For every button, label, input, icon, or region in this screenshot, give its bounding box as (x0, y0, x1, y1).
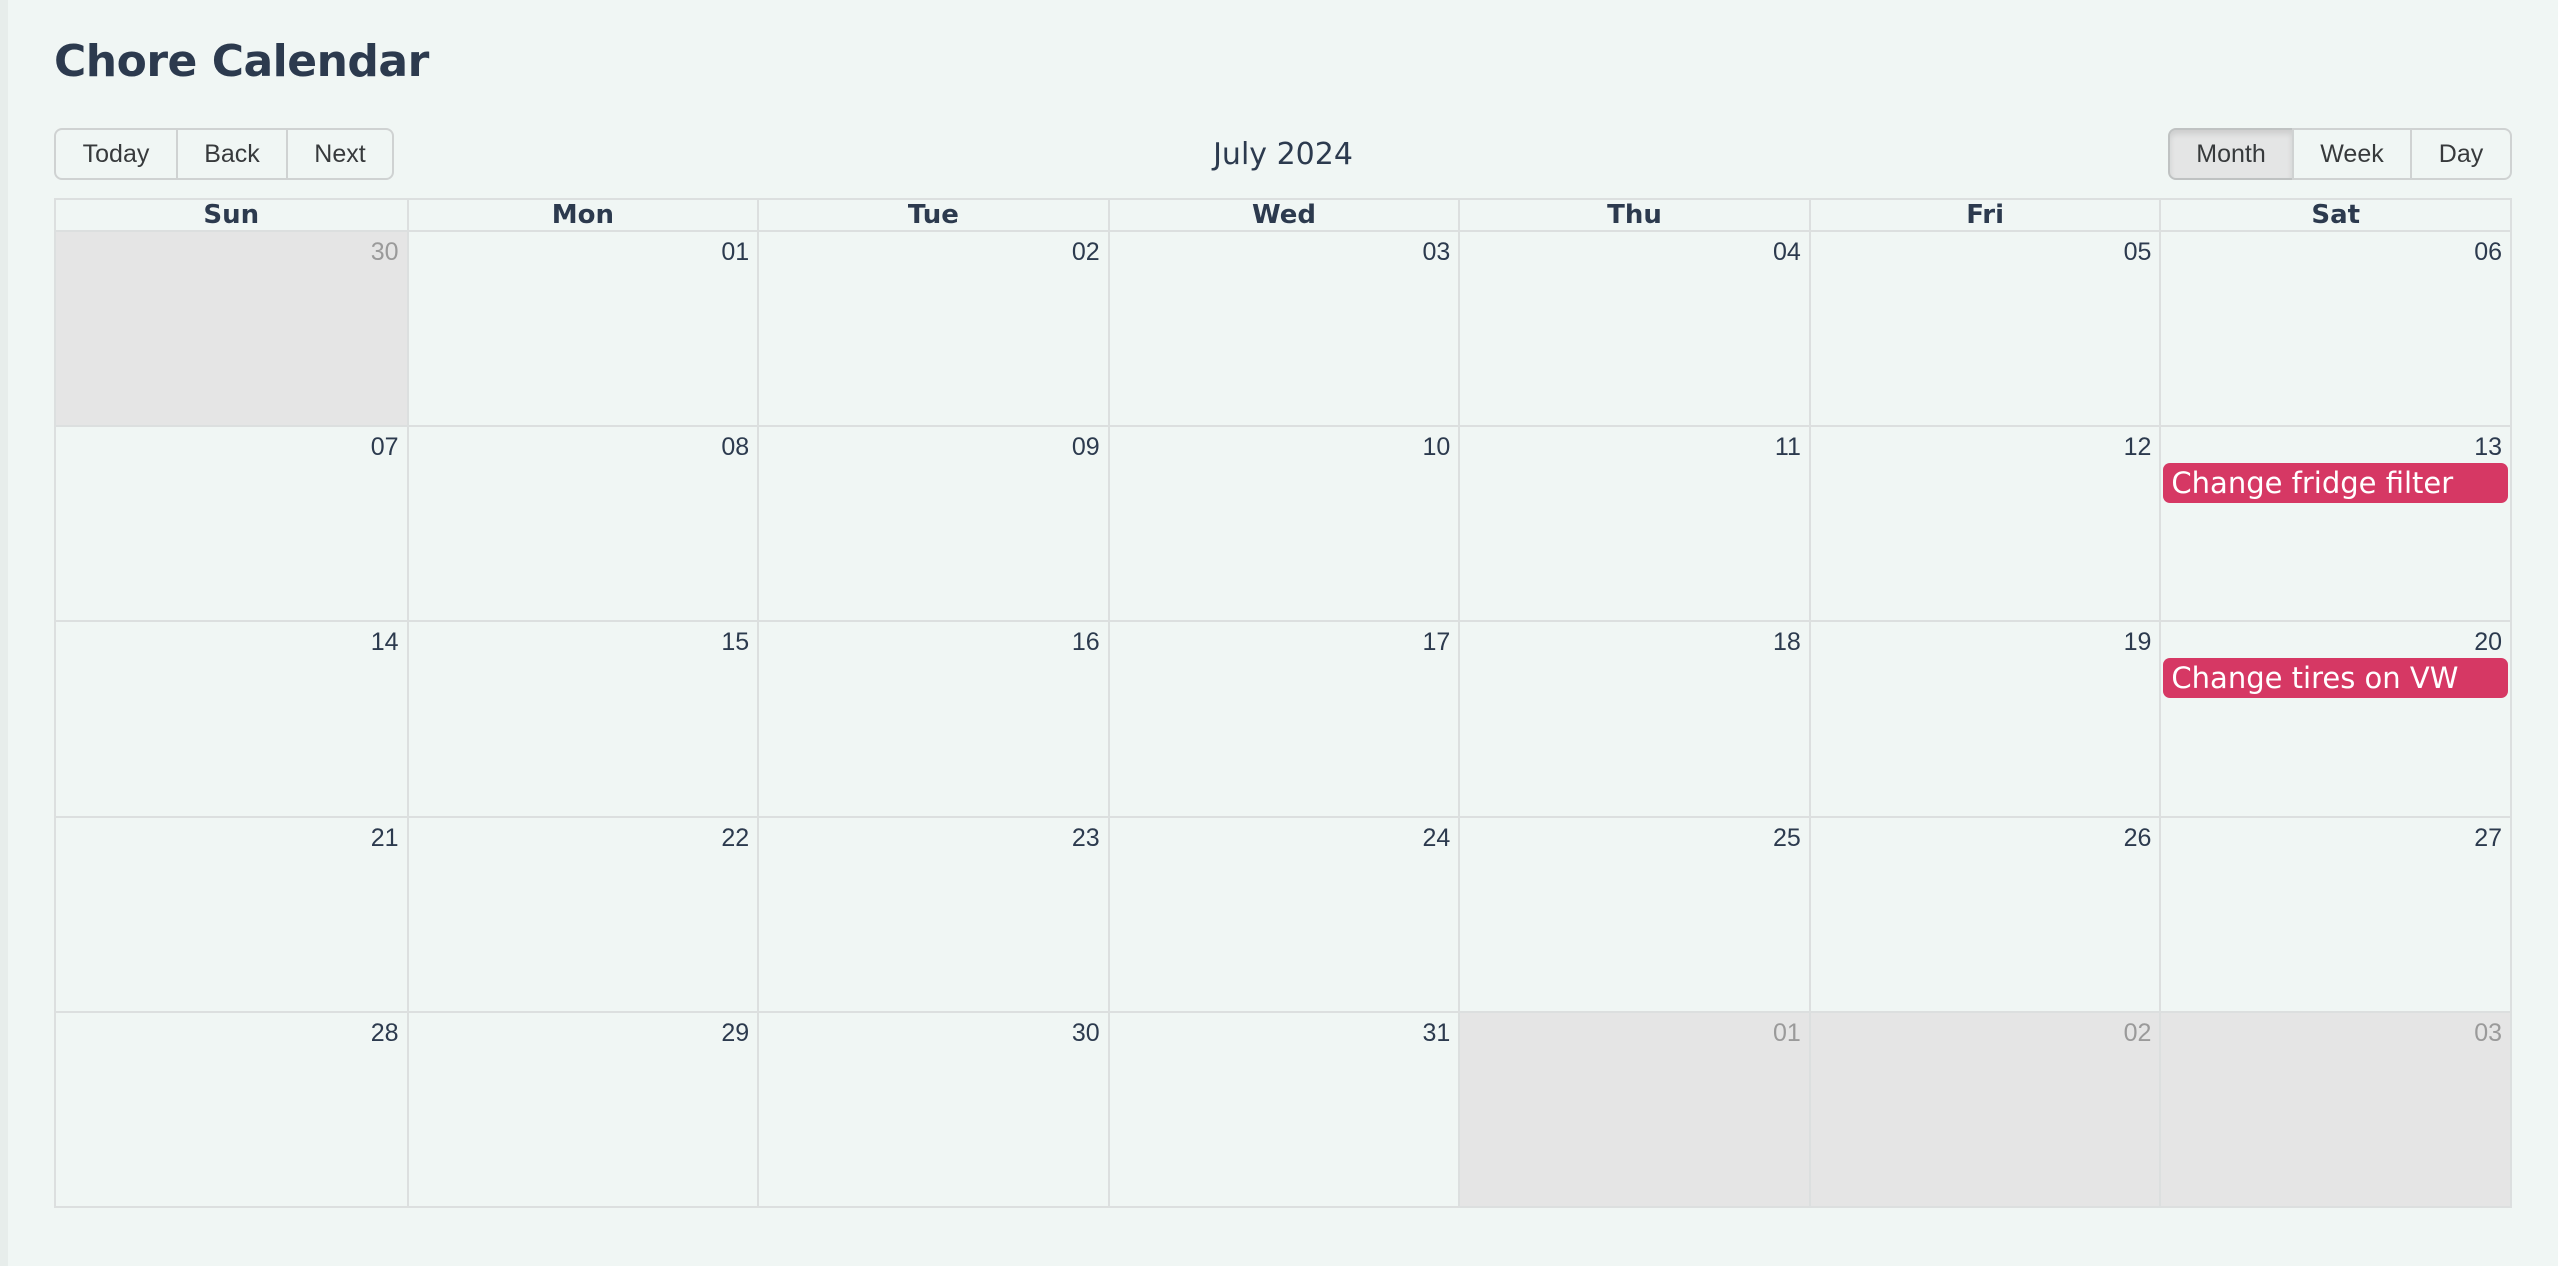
day-cell[interactable]: 16 (757, 622, 1108, 816)
day-cell[interactable]: 21 (56, 818, 407, 1011)
day-cell-off-range[interactable]: 02 (1808, 1012, 2160, 1207)
day-number-link[interactable]: 11 (1775, 433, 1801, 462)
today-button[interactable]: Today (54, 128, 178, 180)
day-cell-off-range[interactable]: 03 (2159, 1012, 2510, 1207)
day-number-link[interactable]: 08 (721, 433, 749, 462)
day-number-link[interactable]: 27 (2474, 824, 2502, 853)
day-number-link[interactable]: 12 (2124, 433, 2152, 462)
day-cell[interactable]: 12 (1808, 427, 2160, 621)
weekday-header-row: Sun Mon Tue Wed Thu Fri Sat (56, 200, 2510, 232)
day-cell[interactable]: 18 (1458, 622, 1809, 816)
day-number-link[interactable]: 17 (1422, 628, 1450, 657)
window-edge (0, 0, 8, 1266)
day-cell-off-range[interactable]: 30 (56, 232, 407, 426)
day-cell[interactable]: 06 (2159, 232, 2510, 426)
weekday-header-mon: Mon (406, 200, 758, 230)
day-number-link[interactable]: 05 (2124, 238, 2152, 267)
day-number-link[interactable]: 01 (1773, 1019, 1801, 1048)
day-cell[interactable]: 24 (1107, 817, 1459, 1011)
calendar-toolbar: Today Back Next July 2024 Month Week Day (54, 128, 2512, 180)
day-cell[interactable]: 15 (406, 622, 758, 816)
day-cell[interactable]: 09 (757, 427, 1108, 621)
day-number-link[interactable]: 28 (371, 1019, 399, 1048)
week-row: 28 29 30 31 01 02 03 (56, 1010, 2510, 1207)
week-view-button[interactable]: Week (2292, 128, 2412, 180)
day-cell[interactable]: 11 (1458, 427, 1809, 621)
day-cell[interactable]: 30 (757, 1012, 1108, 1207)
day-number-link[interactable]: 10 (1422, 433, 1450, 462)
day-cell[interactable]: 31 (1107, 1012, 1459, 1207)
day-number-link[interactable]: 03 (1422, 238, 1450, 267)
navigation-button-group: Today Back Next (54, 128, 394, 180)
day-view-button[interactable]: Day (2410, 128, 2512, 180)
day-cell[interactable]: 22 (406, 817, 758, 1011)
weeks-container: 30 01 02 03 04 05 06 07 08 09 10 11 12 13 Change fridg… (56, 232, 2510, 1207)
day-number-link[interactable]: 21 (371, 824, 399, 853)
day-cell[interactable]: 05 (1808, 232, 2160, 426)
week-row: 21 22 23 24 25 26 27 (56, 815, 2510, 1011)
weekday-header-wed: Wed (1107, 200, 1459, 230)
weekday-header-fri: Fri (1808, 200, 2160, 230)
week-row: 14 15 16 17 18 19 20 Change tires on VW (56, 620, 2510, 816)
day-cell-off-range[interactable]: 01 (1458, 1012, 1809, 1207)
day-number-link[interactable]: 15 (721, 628, 749, 657)
day-number-link[interactable]: 02 (1072, 238, 1100, 267)
week-row: 30 01 02 03 04 05 06 (56, 232, 2510, 426)
day-number-link[interactable]: 19 (2124, 628, 2152, 657)
day-number-link[interactable]: 30 (371, 238, 399, 267)
day-number-link[interactable]: 29 (721, 1019, 749, 1048)
day-cell[interactable]: 10 (1107, 427, 1459, 621)
day-cell[interactable]: 27 (2159, 817, 2510, 1011)
day-cell[interactable]: 19 (1808, 622, 2160, 816)
week-row: 07 08 09 10 11 12 13 Change fridge filter (56, 425, 2510, 621)
day-number-link[interactable]: 06 (2474, 238, 2502, 267)
day-number-link[interactable]: 14 (371, 628, 399, 657)
day-number-link[interactable]: 18 (1773, 628, 1801, 657)
day-number-link[interactable]: 26 (2124, 824, 2152, 853)
day-number-link[interactable]: 16 (1072, 628, 1100, 657)
day-cell[interactable]: 04 (1458, 232, 1809, 426)
day-number-link[interactable]: 22 (721, 824, 749, 853)
back-button[interactable]: Back (176, 128, 288, 180)
day-number-link[interactable]: 07 (371, 433, 399, 462)
weekday-header-sat: Sat (2159, 200, 2510, 230)
weekday-header-tue: Tue (757, 200, 1108, 230)
day-number-link[interactable]: 24 (1422, 824, 1450, 853)
day-cell[interactable]: 07 (56, 427, 407, 620)
day-number-link[interactable]: 04 (1773, 238, 1801, 267)
calendar-event[interactable]: Change fridge filter (2163, 463, 2508, 504)
day-cell[interactable]: 01 (406, 232, 758, 426)
day-cell[interactable]: 28 (56, 1013, 407, 1206)
day-cell[interactable]: 29 (406, 1012, 758, 1207)
month-view-button[interactable]: Month (2168, 128, 2294, 180)
day-cell[interactable]: 25 (1458, 817, 1809, 1011)
day-cell[interactable]: 08 (406, 427, 758, 621)
calendar-event[interactable]: Change tires on VW (2163, 658, 2508, 699)
day-number-link[interactable]: 23 (1072, 824, 1100, 853)
page-title: Chore Calendar (54, 36, 429, 87)
weekday-header-thu: Thu (1458, 200, 1809, 230)
current-month-label: July 2024 (1213, 136, 1353, 172)
day-number-link[interactable]: 25 (1773, 824, 1801, 853)
day-number-link[interactable]: 20 (2474, 628, 2502, 657)
day-cell[interactable]: 17 (1107, 622, 1459, 816)
day-cell[interactable]: 02 (757, 232, 1108, 426)
day-cell[interactable]: 14 (56, 622, 407, 815)
day-cell[interactable]: 13 Change fridge filter (2159, 427, 2510, 621)
day-number-link[interactable]: 01 (721, 238, 749, 267)
view-button-group: Month Week Day (2168, 128, 2512, 180)
day-number-link[interactable]: 02 (2124, 1019, 2152, 1048)
day-number-link[interactable]: 03 (2474, 1019, 2502, 1048)
day-number-link[interactable]: 09 (1072, 433, 1100, 462)
day-number-link[interactable]: 31 (1422, 1019, 1450, 1048)
day-number-link[interactable]: 13 (2474, 433, 2502, 462)
day-cell[interactable]: 03 (1107, 232, 1459, 426)
next-button[interactable]: Next (286, 128, 394, 180)
day-cell[interactable]: 26 (1808, 817, 2160, 1011)
day-number-link[interactable]: 30 (1072, 1019, 1100, 1048)
month-calendar: Sun Mon Tue Wed Thu Fri Sat 30 01 02 03 04 05… (54, 198, 2512, 1208)
day-cell[interactable]: 23 (757, 817, 1108, 1011)
day-cell[interactable]: 20 Change tires on VW (2159, 622, 2510, 816)
weekday-header-sun: Sun (203, 200, 260, 230)
